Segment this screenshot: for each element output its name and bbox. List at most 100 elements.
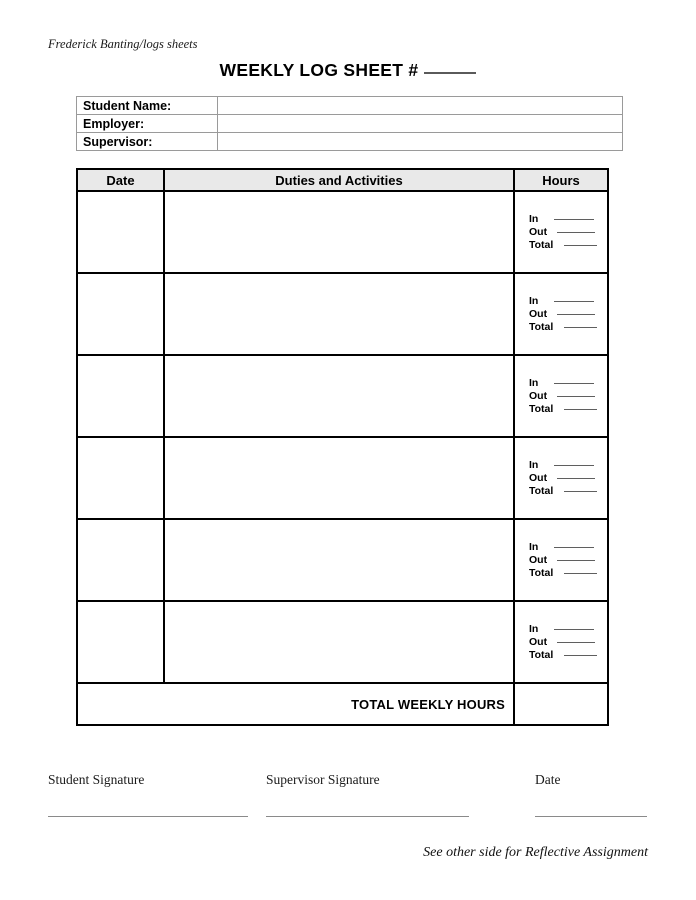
hours-out-blank[interactable]: [557, 477, 595, 479]
hours-out-blank[interactable]: [557, 231, 595, 233]
date-cell[interactable]: [76, 190, 165, 274]
duties-cell[interactable]: [163, 436, 515, 520]
hours-in-row: In: [529, 213, 607, 226]
hours-out-label: Out: [529, 635, 548, 648]
student-signature-line[interactable]: [48, 816, 248, 817]
hours-total-row: Total: [529, 649, 607, 662]
date-cell[interactable]: [76, 436, 165, 520]
duties-cell[interactable]: [163, 600, 515, 684]
hours-out-label: Out: [529, 225, 548, 238]
hours-out-row: Out: [529, 390, 607, 403]
hours-in-blank[interactable]: [554, 628, 594, 630]
hours-in-blank[interactable]: [554, 218, 594, 220]
hours-total-label: Total: [529, 238, 554, 251]
hours-in-row: In: [529, 623, 607, 636]
table-row: Supervisor:: [76, 132, 623, 151]
date-cell[interactable]: [76, 354, 165, 438]
employer-field[interactable]: [217, 114, 623, 133]
duties-cell[interactable]: [163, 272, 515, 356]
hours-out-label: Out: [529, 471, 548, 484]
log-table-head: Date Duties and Activities Hours: [76, 168, 609, 192]
table-row: Student Name:: [76, 96, 623, 115]
hours-block: In Out Total: [529, 295, 607, 334]
date-cell[interactable]: [76, 518, 165, 602]
sheet-number-blank[interactable]: [424, 72, 477, 74]
hours-in-label: In: [529, 540, 539, 553]
signature-date-group: Date: [535, 772, 647, 817]
total-weekly-hours-value[interactable]: [513, 682, 609, 726]
hours-out-row: Out: [529, 554, 607, 567]
hours-total-blank[interactable]: [564, 654, 597, 656]
table-row: In Out Total: [76, 354, 609, 438]
hours-in-blank[interactable]: [554, 300, 594, 302]
hours-cell[interactable]: In Out Total: [513, 190, 609, 274]
hours-block: In Out Total: [529, 459, 607, 498]
hours-cell[interactable]: In Out Total: [513, 600, 609, 684]
hours-total-blank[interactable]: [564, 572, 597, 574]
hours-out-blank[interactable]: [557, 559, 595, 561]
student-signature-label: Student Signature: [48, 772, 145, 787]
duties-cell[interactable]: [163, 354, 515, 438]
student-info-table: Student Name: Employer: Supervisor:: [76, 96, 623, 151]
hours-out-blank[interactable]: [557, 313, 595, 315]
hours-total-blank[interactable]: [564, 244, 597, 246]
signature-date-label: Date: [535, 772, 561, 787]
hours-cell[interactable]: In Out Total: [513, 354, 609, 438]
hours-out-blank[interactable]: [557, 641, 595, 643]
duties-cell[interactable]: [163, 190, 515, 274]
hours-out-label: Out: [529, 553, 548, 566]
hours-in-blank[interactable]: [554, 464, 594, 466]
hours-in-label: In: [529, 458, 539, 471]
supervisor-field[interactable]: [217, 132, 623, 151]
table-row: In Out Total: [76, 190, 609, 274]
hours-in-blank[interactable]: [554, 546, 594, 548]
hours-out-row: Out: [529, 636, 607, 649]
hours-out-blank[interactable]: [557, 395, 595, 397]
hours-in-row: In: [529, 459, 607, 472]
hours-total-label: Total: [529, 566, 554, 579]
table-row: In Out Total: [76, 518, 609, 602]
hours-total-blank[interactable]: [564, 408, 597, 410]
column-header-hours: Hours: [513, 168, 609, 192]
signature-date-line[interactable]: [535, 816, 647, 817]
student-name-field[interactable]: [217, 96, 623, 115]
student-signature-group: Student Signature: [48, 772, 248, 817]
duties-cell[interactable]: [163, 518, 515, 602]
date-cell[interactable]: [76, 272, 165, 356]
footer-note: See other side for Reflective Assignment: [423, 845, 648, 860]
total-weekly-hours-label: TOTAL WEEKLY HOURS: [76, 682, 515, 726]
hours-cell[interactable]: In Out Total: [513, 272, 609, 356]
total-weekly-hours-row: TOTAL WEEKLY HOURS: [76, 682, 609, 726]
date-cell[interactable]: [76, 600, 165, 684]
supervisor-label: Supervisor:: [76, 132, 218, 151]
hours-cell[interactable]: In Out Total: [513, 436, 609, 520]
hours-block: In Out Total: [529, 623, 607, 662]
hours-total-blank[interactable]: [564, 326, 597, 328]
table-row: In Out Total: [76, 600, 609, 684]
hours-out-row: Out: [529, 472, 607, 485]
running-head: Frederick Banting/logs sheets: [48, 37, 198, 51]
hours-total-label: Total: [529, 484, 554, 497]
employer-label: Employer:: [76, 114, 218, 133]
hours-in-label: In: [529, 622, 539, 635]
table-row: In Out Total: [76, 436, 609, 520]
hours-out-row: Out: [529, 308, 607, 321]
hours-total-label: Total: [529, 402, 554, 415]
log-table-body: In Out Total In Out Total In Out Total I…: [76, 190, 609, 726]
table-row: In Out Total: [76, 272, 609, 356]
page-title: WEEKLY LOG SHEET #: [0, 60, 696, 81]
column-header-duties: Duties and Activities: [163, 168, 515, 192]
hours-block: In Out Total: [529, 541, 607, 580]
hours-total-blank[interactable]: [564, 490, 597, 492]
hours-block: In Out Total: [529, 377, 607, 416]
supervisor-signature-line[interactable]: [266, 816, 469, 817]
hours-in-label: In: [529, 376, 539, 389]
hours-in-blank[interactable]: [554, 382, 594, 384]
supervisor-signature-label: Supervisor Signature: [266, 772, 380, 787]
weekly-log-sheet-page: Frederick Banting/logs sheets WEEKLY LOG…: [0, 0, 696, 900]
student-info-body: Student Name: Employer: Supervisor:: [76, 96, 623, 151]
hours-in-row: In: [529, 541, 607, 554]
hours-in-label: In: [529, 294, 539, 307]
hours-cell[interactable]: In Out Total: [513, 518, 609, 602]
hours-total-row: Total: [529, 485, 607, 498]
